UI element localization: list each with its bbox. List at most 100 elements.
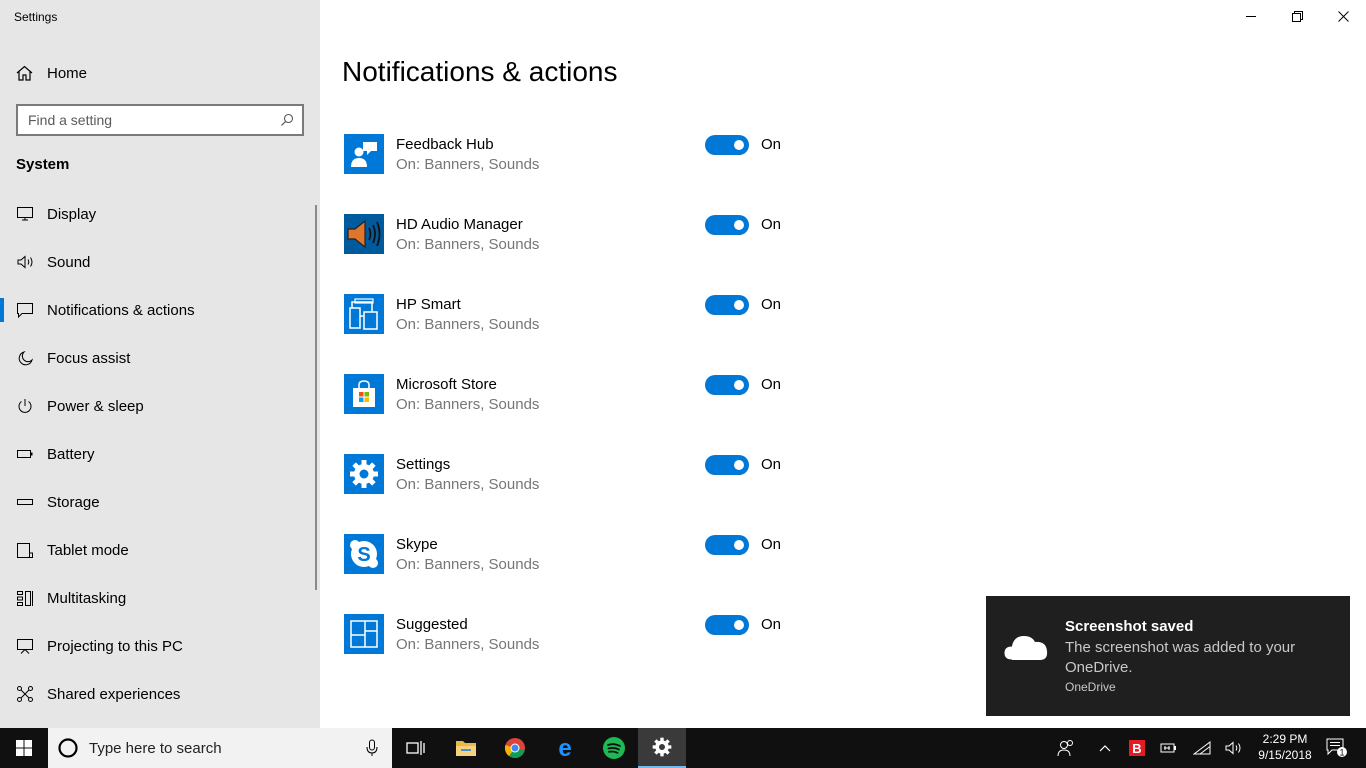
show-hidden-icons-button[interactable]	[1089, 728, 1121, 768]
notification-toggle[interactable]	[705, 215, 749, 235]
chevron-up-icon	[1099, 745, 1111, 752]
home-label: Home	[47, 64, 88, 82]
notification-toggle[interactable]	[705, 535, 749, 555]
svg-text:e: e	[558, 737, 571, 759]
speaker-icon	[344, 214, 384, 254]
home-link[interactable]: Home	[16, 62, 87, 84]
sidebar-item-tablet-mode[interactable]: Tablet mode	[0, 526, 316, 574]
sidebar-item-power-sleep[interactable]: Power & sleep	[0, 382, 316, 430]
section-title: System	[16, 156, 70, 173]
notification-toggle[interactable]	[705, 455, 749, 475]
sidebar-item-label: Focus assist	[47, 349, 131, 367]
notification-toggle[interactable]	[705, 375, 749, 395]
bitdefender-tray-button[interactable]: B	[1121, 728, 1153, 768]
restore-button[interactable]	[1274, 0, 1320, 32]
svg-text:S: S	[357, 544, 370, 566]
app-status: On: Banners, Sounds	[396, 636, 540, 653]
sidebar-item-label: Battery	[47, 445, 95, 463]
toggle-knob	[734, 140, 744, 150]
app-row-hp-smart[interactable]: HP Smart On: Banners, Sounds On	[344, 294, 804, 354]
sidebar-item-notifications[interactable]: Notifications & actions	[0, 286, 316, 334]
toast-notification[interactable]: Screenshot saved The screenshot was adde…	[986, 596, 1350, 716]
sidebar-item-sound[interactable]: Sound	[0, 238, 316, 286]
power-tray-button[interactable]	[1153, 728, 1185, 768]
settings-taskbar-button[interactable]	[638, 728, 686, 768]
microphone-icon[interactable]	[366, 739, 378, 757]
gear-icon	[344, 454, 384, 494]
app-row-hd-audio-manager[interactable]: HD Audio Manager On: Banners, Sounds On	[344, 214, 804, 274]
restore-icon	[1291, 10, 1303, 22]
toggle-label: On	[761, 296, 782, 313]
notification-toggle[interactable]	[705, 295, 749, 315]
settings-icon	[652, 737, 672, 757]
toggle-label: On	[761, 456, 782, 473]
app-row-settings[interactable]: Settings On: Banners, Sounds On	[344, 454, 804, 514]
sidebar-item-battery[interactable]: Battery	[0, 430, 316, 478]
app-row-suggested[interactable]: Suggested On: Banners, Sounds On	[344, 614, 804, 674]
sidebar-item-projecting[interactable]: Projecting to this PC	[0, 622, 316, 670]
app-row-skype[interactable]: S Skype On: Banners, Sounds On	[344, 534, 804, 594]
notification-toggle[interactable]	[705, 615, 749, 635]
spotify-icon	[603, 737, 625, 759]
clock-time: 2:29 PM	[1262, 732, 1308, 746]
app-row-feedback-hub[interactable]: Feedback Hub On: Banners, Sounds On	[344, 134, 804, 194]
toggle-knob	[734, 460, 744, 470]
search-icon[interactable]	[280, 113, 294, 127]
volume-tray-button[interactable]	[1218, 728, 1250, 768]
toggle-knob	[734, 540, 744, 550]
file-explorer-button[interactable]	[442, 728, 490, 768]
taskbar-search-input[interactable]	[89, 739, 349, 757]
sidebar-scrollbar[interactable]	[315, 205, 317, 590]
app-status: On: Banners, Sounds	[396, 316, 540, 333]
spotify-button[interactable]	[590, 728, 638, 768]
sidebar-item-label: Multitasking	[47, 589, 127, 607]
toggle-label: On	[761, 616, 782, 633]
action-center-button[interactable]: 1	[1321, 728, 1353, 768]
app-name: HD Audio Manager	[396, 216, 523, 233]
taskbar: e B 2:29 PM 9/15/2018 1	[0, 728, 1366, 768]
app-title: Settings	[14, 10, 58, 24]
battery-icon	[16, 445, 34, 463]
sidebar-item-label: Storage	[47, 493, 100, 511]
task-view-button[interactable]	[392, 728, 440, 768]
feedback-hub-icon	[344, 134, 384, 174]
chrome-button[interactable]	[491, 728, 539, 768]
find-setting-input[interactable]	[28, 112, 280, 128]
notification-toggle[interactable]	[705, 135, 749, 155]
sidebar-item-display[interactable]: Display	[0, 190, 316, 238]
bitdefender-icon: B	[1129, 740, 1145, 756]
wifi-tray-button[interactable]	[1186, 728, 1218, 768]
sidebar-item-shared-experiences[interactable]: Shared experiences	[0, 670, 316, 718]
notifications-icon	[16, 301, 34, 319]
minimize-button[interactable]	[1228, 0, 1274, 32]
sidebar-item-multitasking[interactable]: Multitasking	[0, 574, 316, 622]
edge-button[interactable]: e	[541, 728, 589, 768]
app-status: On: Banners, Sounds	[396, 476, 540, 493]
display-icon	[16, 205, 34, 223]
app-status: On: Banners, Sounds	[396, 236, 540, 253]
find-setting-box[interactable]	[16, 104, 304, 136]
toast-title: Screenshot saved	[1065, 618, 1194, 635]
sidebar-item-focus-assist[interactable]: Focus assist	[0, 334, 316, 382]
close-button[interactable]	[1320, 0, 1366, 32]
app-name: Skype	[396, 536, 438, 553]
page-title: Notifications & actions	[342, 56, 618, 87]
chrome-icon	[504, 738, 525, 759]
toggle-knob	[734, 220, 744, 230]
sidebar-item-label: Shared experiences	[47, 685, 181, 703]
people-button[interactable]	[1050, 728, 1082, 768]
power-icon	[16, 397, 34, 415]
window-controls	[1228, 0, 1366, 32]
taskbar-clock[interactable]: 2:29 PM 9/15/2018	[1252, 731, 1318, 763]
storage-icon	[16, 493, 34, 511]
taskbar-search-box[interactable]	[48, 728, 392, 768]
projecting-icon	[16, 637, 34, 655]
start-button[interactable]	[0, 728, 48, 768]
app-row-microsoft-store[interactable]: Microsoft Store On: Banners, Sounds On	[344, 374, 804, 434]
sidebar-item-label: Notifications & actions	[47, 301, 195, 319]
home-icon	[16, 65, 33, 81]
app-status: On: Banners, Sounds	[396, 556, 540, 573]
close-icon	[1337, 10, 1349, 22]
sidebar-item-storage[interactable]: Storage	[0, 478, 316, 526]
wifi-icon	[1193, 741, 1211, 755]
